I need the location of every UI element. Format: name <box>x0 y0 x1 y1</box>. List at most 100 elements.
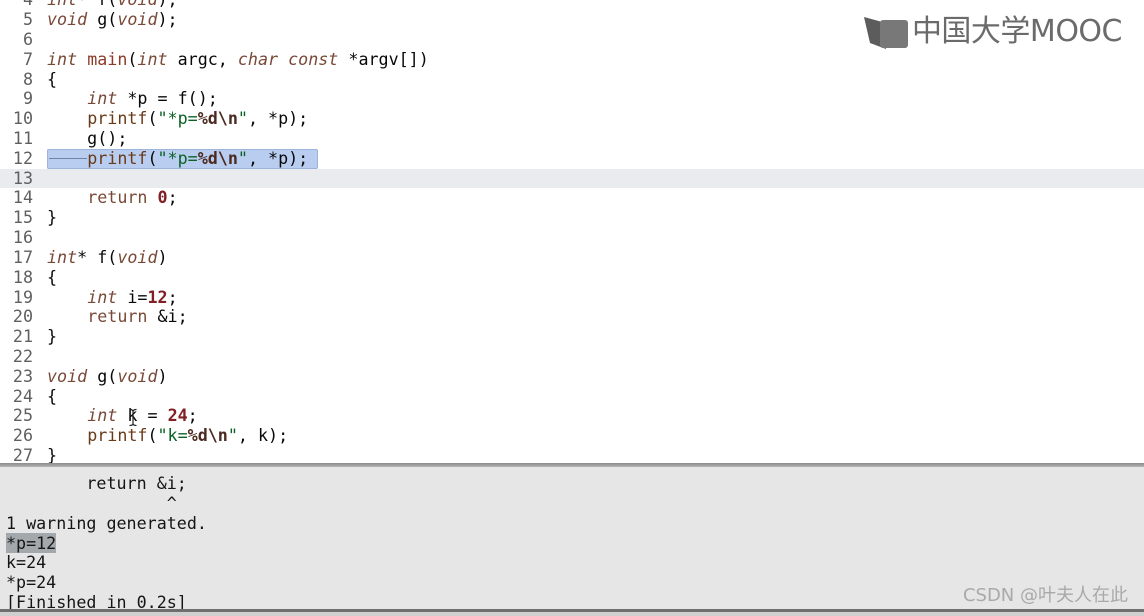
code-text[interactable]: int *p = f(); <box>47 88 218 109</box>
output-line: ^ <box>6 492 207 514</box>
line-number: 8 <box>22 68 33 89</box>
token-storage: int <box>87 286 118 307</box>
code-line[interactable]: 8{ <box>0 68 1144 90</box>
code-line[interactable]: 27} <box>0 445 1144 463</box>
code-text[interactable]: return 0; <box>47 187 177 208</box>
output-line: k=24 <box>6 552 207 573</box>
line-number: 18 <box>12 266 33 287</box>
token-storage: void <box>117 0 157 9</box>
sublime-editor-window: 4int* f(void);5void g(void);67int main(i… <box>0 0 1144 616</box>
output-text: *p=24 <box>6 572 57 593</box>
code-text[interactable]: { <box>47 69 57 90</box>
code-line[interactable]: 22 <box>0 345 1144 367</box>
token-str: "*p=%d\n" <box>157 108 248 129</box>
code-text[interactable]: } <box>47 207 57 228</box>
code-line[interactable]: 25 int k = 24; <box>0 405 1144 426</box>
token-fmt: %d <box>197 108 218 129</box>
line-number: 22 <box>12 345 33 366</box>
code-text[interactable]: return &i; <box>47 306 187 327</box>
output-lines: return &i; ^ 1 warning generated. *p=12 k=2… <box>6 473 207 613</box>
line-number: 14 <box>12 187 33 208</box>
code-line[interactable]: 10 printf("*p=%d\n", *p); <box>0 108 1144 129</box>
token-fmt: %d <box>197 147 218 168</box>
csdn-watermark: CSDN @叶夫人在此 <box>962 585 1128 606</box>
line-number: 27 <box>12 445 33 463</box>
code-line[interactable]: 19 int i=12; <box>0 286 1144 308</box>
code-line[interactable]: 7 int main(int argc, char const *argv[]) <box>0 48 1144 70</box>
token-storage: void <box>47 9 88 30</box>
code-text[interactable]: int k = 24; <box>47 405 198 426</box>
code-line[interactable]: 23 void g(void) <box>0 365 1144 387</box>
code-text[interactable]: } <box>47 326 57 347</box>
output-line: *p=12 <box>6 532 207 554</box>
line-number: 5 <box>22 9 33 30</box>
token-kw: return <box>87 306 148 327</box>
code-text[interactable]: printf("*p=%d\n", *p); <box>47 108 308 129</box>
code-text[interactable]: int main(int argc, char const *argv[]) <box>47 48 429 70</box>
token-fmt: %d <box>187 425 208 446</box>
code-text[interactable]: int* f(void) <box>47 246 168 268</box>
output-line: return &i; <box>6 473 207 494</box>
code-text[interactable]: void g(void); <box>47 9 178 30</box>
output-text: ^ <box>6 492 177 513</box>
code-text[interactable]: void g(void) <box>47 365 168 387</box>
line-number: 7 <box>22 48 33 69</box>
code-line[interactable]: 17 int* f(void) <box>0 246 1144 268</box>
token-storage: const <box>288 48 339 69</box>
code-line[interactable]: 20 return &i; <box>0 306 1144 327</box>
code-editor[interactable]: 4int* f(void);5void g(void);67int main(i… <box>0 0 1144 463</box>
code-line[interactable]: 9 int *p = f(); <box>0 88 1144 109</box>
output-text: k=24 <box>6 552 47 573</box>
token-storage: void <box>47 365 88 386</box>
code-text[interactable]: { <box>47 386 57 407</box>
token-storage: int <box>87 88 118 109</box>
build-output-panel[interactable]: return &i; ^ 1 warning generated. *p=12 k=2… <box>0 467 1144 616</box>
line-number: 9 <box>22 88 33 109</box>
output-text: *p=12 <box>6 532 57 553</box>
code-line[interactable]: 11 g(); <box>0 128 1144 149</box>
code-line[interactable]: 13 <box>0 168 1144 189</box>
code-text[interactable]: g(); <box>47 128 127 149</box>
code-line[interactable]: 26 printf("k=%d\n", k); <box>0 425 1144 446</box>
token-fmt: \n <box>217 147 238 168</box>
token-str: "*p=%d\n" <box>157 147 248 168</box>
line-number: 26 <box>12 425 33 446</box>
mooc-logo-body-shape <box>879 20 908 48</box>
token-storage: void <box>117 246 158 267</box>
line-number: 24 <box>12 385 33 406</box>
code-text[interactable]: { <box>47 267 57 288</box>
code-line[interactable]: 24 { <box>0 385 1144 407</box>
code-line[interactable]: 14 return 0; <box>0 188 1144 208</box>
token-fmt: \n <box>207 425 228 446</box>
code-line[interactable]: 16 <box>0 227 1144 248</box>
token-num: 12 <box>147 286 168 307</box>
line-number: 10 <box>12 108 33 129</box>
window-bottom-bar <box>0 609 1144 616</box>
line-number: 16 <box>12 227 33 248</box>
code-text[interactable]: } <box>47 445 57 463</box>
code-text[interactable]: int i=12; <box>47 286 177 308</box>
output-line: *p=24 <box>6 572 207 593</box>
code-line[interactable]: 15} <box>0 207 1144 228</box>
token-storage: int <box>87 405 118 426</box>
code-line[interactable]: 18 { <box>0 266 1144 288</box>
line-number: 17 <box>12 246 33 267</box>
line-number: 20 <box>12 306 33 327</box>
code-line[interactable]: 21} <box>0 326 1144 347</box>
code-text[interactable]: printf("k=%d\n", k); <box>47 425 288 446</box>
token-storage: int <box>47 246 78 267</box>
line-number: 23 <box>12 365 33 386</box>
token-kw: return <box>87 187 148 208</box>
line-number: 12 <box>12 147 33 168</box>
line-number: 19 <box>12 286 33 307</box>
line-number: 25 <box>12 405 33 426</box>
mooc-watermark: 中国大学MOOC <box>863 13 1123 51</box>
token-support: printf <box>87 108 148 129</box>
token-storage: int <box>137 48 168 69</box>
line-number: 6 <box>22 28 33 49</box>
token-entity: main <box>87 48 128 69</box>
code-lines: 4int* f(void);5void g(void);67int main(i… <box>0 0 1144 463</box>
code-text[interactable]: printf("*p=%d\n", *p); <box>47 147 308 169</box>
text-cursor-shape <box>129 408 137 427</box>
code-line[interactable]: 12 printf("*p=%d\n", *p); <box>0 147 1144 169</box>
